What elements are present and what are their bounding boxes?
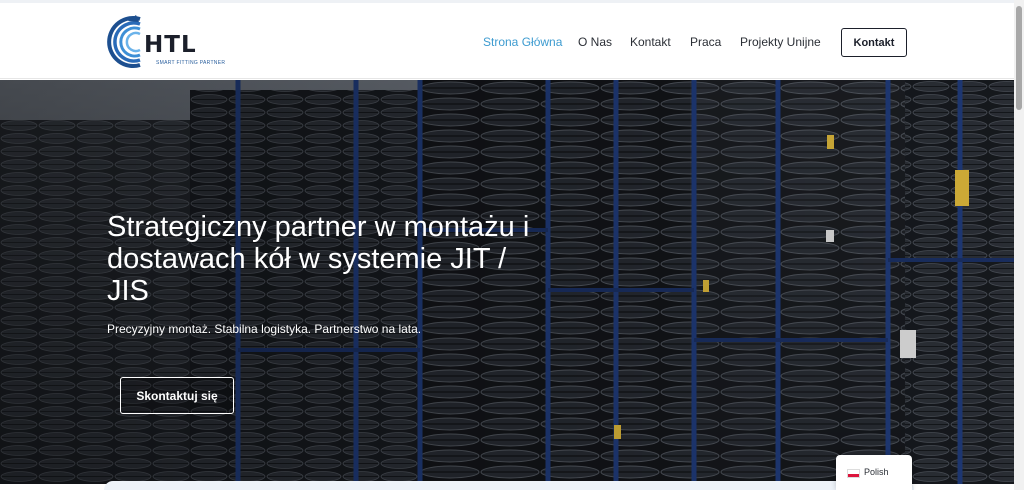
htl-logo[interactable]: HTL SMART FITTING PARTNER bbox=[106, 13, 225, 71]
scrollbar-thumb[interactable] bbox=[1016, 6, 1022, 110]
nav-link-contact[interactable]: Kontakt bbox=[630, 35, 671, 53]
header-contact-button[interactable]: Kontakt bbox=[841, 28, 907, 57]
hero-section: Strategiczny partner w montażu i dostawa… bbox=[0, 80, 1014, 484]
language-switcher[interactable]: Polish bbox=[836, 455, 912, 490]
hero-title: Strategiczny partner w montażu i dostawa… bbox=[107, 211, 530, 307]
nav-link-about[interactable]: O Nas bbox=[578, 35, 612, 53]
hero-subtitle: Precyzyjny montaż. Stabilna logistyka. P… bbox=[107, 322, 422, 336]
nav-link-eu-projects[interactable]: Projekty Unijne bbox=[740, 35, 821, 53]
site-header: HTL SMART FITTING PARTNER Strona Główna … bbox=[0, 3, 1014, 79]
next-section-card bbox=[104, 481, 914, 490]
logo-text: HTL bbox=[144, 32, 197, 58]
language-label: Polish bbox=[864, 467, 889, 477]
poland-flag-icon bbox=[847, 469, 860, 478]
nav-link-jobs[interactable]: Praca bbox=[690, 35, 721, 53]
logo-tagline: SMART FITTING PARTNER bbox=[156, 60, 226, 66]
hero-contact-button[interactable]: Skontaktuj się bbox=[120, 377, 234, 414]
nav-link-home[interactable]: Strona Główna bbox=[483, 35, 562, 53]
